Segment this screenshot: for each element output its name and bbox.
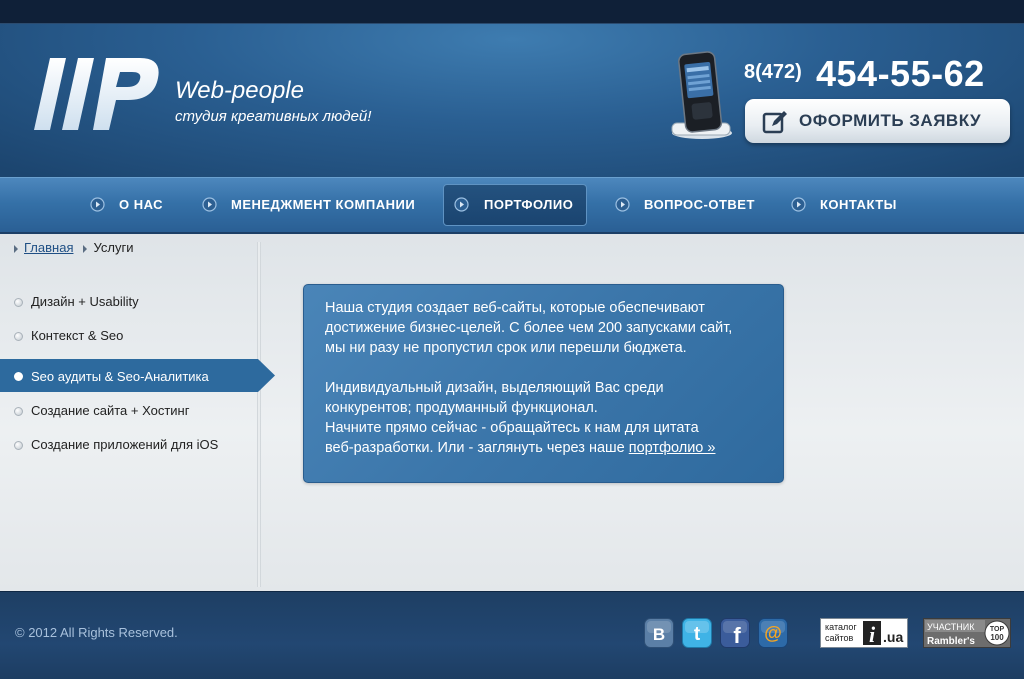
nav-item-label: КОНТАКТЫ bbox=[820, 197, 897, 212]
mail-icon-symbol: @ bbox=[764, 623, 782, 643]
nav-item-portfolio[interactable]: ПОРТФОЛИО bbox=[443, 184, 587, 226]
brand-slogan: студия креативных людей! bbox=[175, 108, 372, 125]
breadcrumb-home-link[interactable]: Главная bbox=[24, 240, 73, 255]
twitter-icon-letter: t bbox=[694, 624, 701, 645]
info-line: достижение бизнес-целей. С более чем 200… bbox=[325, 320, 733, 336]
sidebar-item-label: Создание приложений для iOS bbox=[31, 437, 219, 452]
sidebar-item-label: Контекст & Seo bbox=[31, 328, 124, 343]
edit-icon bbox=[762, 111, 787, 134]
info-line: Начните прямо сейчас - обращайтесь к нам… bbox=[325, 420, 699, 436]
facebook-icon[interactable]: f bbox=[720, 618, 750, 648]
circle-arrow-icon bbox=[615, 197, 630, 212]
sidebar-item-ios-apps[interactable]: Создание приложений для iOS bbox=[0, 428, 262, 462]
circle-arrow-icon bbox=[791, 197, 806, 212]
sidebar-item-seo-audit[interactable]: Seo аудиты & Seo-Аналитика bbox=[0, 359, 275, 392]
info-text: Наша студия создает веб-сайты, которые о… bbox=[325, 298, 775, 458]
info-line-text: веб-разработки. Или - заглянуть через на… bbox=[325, 440, 629, 456]
circle-arrow-icon bbox=[202, 197, 217, 212]
sidebar-item-label: Seo аудиты & Seo-Аналитика bbox=[31, 369, 209, 384]
nav-item-label: ПОРТФОЛИО bbox=[484, 197, 574, 212]
info-line: Индивидуальный дизайн, выделяющий Вас ср… bbox=[325, 380, 664, 396]
sidebar-item-label: Дизайн + Usability bbox=[31, 294, 139, 309]
bullet-icon bbox=[14, 332, 23, 341]
catalog-badge-line1: каталог bbox=[825, 622, 857, 632]
rambler-badge-top: TOP bbox=[990, 626, 1005, 633]
rambler-badge-line1: УЧАСТНИК bbox=[927, 622, 975, 632]
order-button-label: ОФОРМИТЬ ЗАЯВКУ bbox=[799, 111, 982, 130]
catalog-badge-line2: сайтов bbox=[825, 633, 854, 643]
sidebar-item-site-hosting[interactable]: Создание сайта + Хостинг bbox=[0, 394, 262, 428]
order-button[interactable]: ОФОРМИТЬ ЗАЯВКУ bbox=[745, 99, 1010, 143]
bullet-icon bbox=[14, 298, 23, 307]
sidebar-item-label: Создание сайта + Хостинг bbox=[31, 403, 190, 418]
nav-item-faq[interactable]: ВОПРОС-ОТВЕТ bbox=[615, 178, 765, 232]
circle-arrow-icon bbox=[90, 197, 105, 212]
nav-item-label: МЕНЕДЖМЕНТ КОМПАНИИ bbox=[231, 197, 416, 212]
content-area: Главная Услуги Дизайн + Usability Контекс… bbox=[0, 234, 1024, 591]
portfolio-link[interactable]: портфолио » bbox=[629, 440, 716, 456]
crumb-arrow-icon bbox=[83, 244, 88, 253]
main-nav: О НАС МЕНЕДЖМЕНТ КОМПАНИИ ПОРТФОЛИО ВОПР… bbox=[0, 177, 1024, 234]
catalog-badge-mark: i bbox=[869, 622, 876, 647]
nav-item-about[interactable]: О НАС bbox=[90, 178, 180, 232]
info-line: конкурентов; продуманный функционал. bbox=[325, 400, 598, 416]
copyright: © 2012 All Rights Reserved. bbox=[15, 625, 178, 640]
nav-item-contacts[interactable]: КОНТАКТЫ bbox=[791, 178, 911, 232]
site-footer: © 2012 All Rights Reserved. B t f @ ката… bbox=[0, 591, 1024, 679]
catalog-badge-domain: .ua bbox=[883, 629, 903, 645]
vk-icon-letter: B bbox=[653, 625, 665, 644]
phone-prefix: 8(472) bbox=[744, 61, 802, 83]
info-line: Наша студия создает веб-сайты, которые о… bbox=[325, 300, 705, 316]
top-bar bbox=[0, 0, 1024, 24]
mail-icon[interactable]: @ bbox=[758, 618, 788, 648]
breadcrumb-current: Услуги bbox=[93, 240, 134, 255]
info-line: мы ни разу не пропустил срок или перешли… bbox=[325, 340, 687, 356]
site-header: Web-people студия креативных людей! 8(47… bbox=[0, 24, 1024, 177]
info-line: веб-разработки. Или - заглянуть через на… bbox=[325, 438, 775, 458]
catalog-badge-icon[interactable]: каталог сайтов i .ua bbox=[820, 618, 908, 648]
sidebar-item-context-seo[interactable]: Контекст & Seo bbox=[0, 319, 262, 353]
rambler-badge-brand: Rambler's bbox=[927, 636, 975, 647]
nav-item-label: ВОПРОС-ОТВЕТ bbox=[644, 197, 755, 212]
rambler-badge-100: 100 bbox=[990, 633, 1004, 642]
phone-number[interactable]: 454-55-62 bbox=[816, 53, 985, 95]
info-box: Наша студия создает веб-сайты, которые о… bbox=[303, 284, 784, 483]
bullet-icon bbox=[14, 372, 23, 381]
breadcrumb: Главная Услуги bbox=[14, 240, 133, 255]
crumb-arrow-icon bbox=[14, 244, 18, 253]
logo-icon[interactable] bbox=[32, 54, 162, 134]
nav-item-management[interactable]: МЕНЕДЖМЕНТ КОМПАНИИ bbox=[202, 178, 432, 232]
brand-name: Web-people bbox=[175, 77, 304, 104]
twitter-icon[interactable]: t bbox=[682, 618, 712, 648]
bullet-icon bbox=[14, 407, 23, 416]
bullet-icon bbox=[14, 441, 23, 450]
circle-arrow-icon bbox=[454, 197, 469, 212]
phone-icon bbox=[671, 51, 732, 139]
nav-item-label: О НАС bbox=[119, 197, 164, 212]
vk-icon[interactable]: B bbox=[644, 618, 674, 648]
sidebar-item-design[interactable]: Дизайн + Usability bbox=[0, 285, 262, 319]
rambler-badge-icon[interactable]: УЧАСТНИК Rambler's TOP 100 bbox=[923, 618, 1011, 648]
facebook-icon-letter: f bbox=[733, 623, 741, 648]
